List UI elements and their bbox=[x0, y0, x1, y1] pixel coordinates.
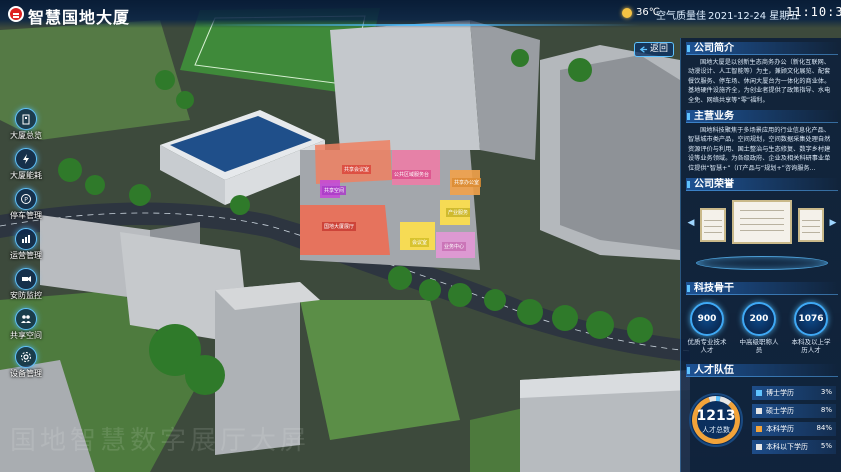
nav-item-operations[interactable]: 运营管理 bbox=[4, 228, 48, 264]
app-title: 智慧国地大厦 bbox=[28, 8, 131, 27]
building-overview-icon bbox=[15, 108, 37, 130]
edu-value: 5% bbox=[820, 442, 832, 450]
edu-row-master: 硕士学历 8% bbox=[752, 404, 836, 418]
top-bar-glow bbox=[200, 24, 640, 26]
nav-item-shared-space[interactable]: 共享空间 bbox=[4, 308, 48, 344]
operations-icon bbox=[15, 228, 37, 250]
nav-item-security[interactable]: 安防监控 bbox=[4, 268, 48, 304]
device-icon bbox=[15, 346, 37, 368]
edu-color-marker bbox=[756, 390, 762, 396]
nav-item-devices[interactable]: 设备管理 bbox=[4, 346, 48, 382]
back-button[interactable]: 返回 bbox=[634, 42, 674, 57]
talent-team-title: 人才队伍 bbox=[686, 364, 838, 377]
company-intro-title: 公司简介 bbox=[686, 42, 838, 55]
back-arrow-icon bbox=[639, 46, 648, 53]
honors-title: 公司荣誉 bbox=[686, 178, 838, 191]
scene-label-shared-space[interactable]: 共享空间 bbox=[322, 186, 347, 195]
nav-item-building-overview[interactable]: 大厦总览 bbox=[4, 108, 48, 144]
stat-ring: 200 bbox=[742, 302, 776, 336]
nav-label: 设备管理 bbox=[10, 369, 42, 378]
sun-icon bbox=[622, 8, 632, 18]
stat-ring: 1076 bbox=[794, 302, 828, 336]
stat-value: 200 bbox=[749, 314, 769, 324]
edu-row-below-bachelor: 本科以下学历 5% bbox=[752, 440, 836, 454]
edu-row-bachelor: 本科学历 84% bbox=[752, 422, 836, 436]
scene-label-exhibition-hall[interactable]: 国地大厦展厅 bbox=[322, 222, 357, 231]
stat-label: 优质专业技术人才 bbox=[687, 338, 727, 354]
certificate-image-main bbox=[732, 200, 792, 244]
edu-value: 3% bbox=[820, 388, 832, 396]
talent-total-value: 1213 bbox=[696, 408, 736, 424]
certificate-image bbox=[700, 208, 726, 242]
chevron-right-icon[interactable]: ▶ bbox=[828, 218, 838, 228]
honors-carousel[interactable]: ◀ ▶ bbox=[686, 196, 838, 274]
stat-professional-talent: 900 优质专业技术人才 bbox=[686, 302, 728, 354]
svg-text:P: P bbox=[24, 197, 28, 204]
scene-label-shared-office[interactable]: 共享办公室 bbox=[452, 178, 482, 187]
nav-label: 大厦总览 bbox=[10, 131, 42, 140]
scene-label-industry-service[interactable]: 产业服务 bbox=[446, 208, 471, 217]
nav-item-parking[interactable]: P 停车管理 bbox=[4, 188, 48, 224]
scene-label-shared-meeting[interactable]: 共享会议室 bbox=[342, 165, 372, 174]
tech-backbone-title: 科技骨干 bbox=[686, 282, 838, 295]
back-button-label: 返回 bbox=[649, 44, 668, 54]
certificate-image bbox=[798, 208, 824, 242]
edu-value: 8% bbox=[820, 406, 832, 414]
nav-label: 大厦能耗 bbox=[10, 171, 42, 180]
edu-row-doctor: 博士学历 3% bbox=[752, 386, 836, 400]
app-root: 共享会议室 公共区域服务台 国地大厦展厅 共享空间 共享办公室 会议室 产业服务… bbox=[0, 0, 841, 472]
air-quality-readout: 空气质量佳 bbox=[656, 11, 706, 22]
shared-space-icon bbox=[15, 308, 37, 330]
stat-ring: 900 bbox=[690, 302, 724, 336]
brand-logo-icon bbox=[8, 6, 24, 22]
nav-label: 共享空间 bbox=[10, 331, 42, 340]
stat-value: 900 bbox=[697, 314, 717, 324]
nav-label: 运营管理 bbox=[10, 251, 42, 260]
stat-value: 1076 bbox=[798, 314, 824, 324]
edu-color-marker bbox=[756, 444, 762, 450]
stat-senior-title: 200 中高级职称人员 bbox=[738, 302, 780, 354]
chevron-left-icon[interactable]: ◀ bbox=[686, 218, 696, 228]
energy-icon bbox=[15, 148, 37, 170]
edu-color-marker bbox=[756, 408, 762, 414]
edu-label: 博士学历 bbox=[766, 389, 794, 397]
main-business-text: 国地科技聚焦于多场景应用的行业信息化产品、智慧城市类产品，空间规划，空间数据采集… bbox=[688, 127, 831, 172]
scene-label-business-center[interactable]: 业务中心 bbox=[442, 242, 467, 251]
edu-label: 本科以下学历 bbox=[766, 443, 808, 451]
stat-bachelor-plus: 1076 本科及以上学历人才 bbox=[790, 302, 832, 354]
edu-label: 本科学历 bbox=[766, 425, 794, 433]
clock-readout: 11:10:36 bbox=[786, 5, 841, 19]
stat-label: 中高级职称人员 bbox=[739, 338, 779, 354]
watermark-text: 国地智慧数字展厅大屏 bbox=[10, 426, 311, 456]
nav-label: 停车管理 bbox=[10, 211, 42, 220]
scene-label-meeting-room[interactable]: 会议室 bbox=[410, 238, 430, 247]
display-platform bbox=[696, 256, 828, 270]
company-intro-text: 国地大厦是以创新生态商务办公（新化互联网、动漫设计、人工智能等）为主，兼顾文化展… bbox=[688, 59, 831, 104]
edu-color-marker bbox=[756, 426, 762, 432]
nav-item-energy[interactable]: 大厦能耗 bbox=[4, 148, 48, 184]
main-business-title: 主营业务 bbox=[686, 110, 838, 123]
scene-label-service-desk[interactable]: 公共区域服务台 bbox=[392, 170, 432, 179]
parking-icon: P bbox=[15, 188, 37, 210]
nav-label: 安防监控 bbox=[10, 291, 42, 300]
security-camera-icon bbox=[15, 268, 37, 290]
edu-label: 硕士学历 bbox=[766, 407, 794, 415]
edu-value: 84% bbox=[816, 424, 832, 432]
talent-total-label: 人才总数 bbox=[702, 426, 730, 434]
stat-label: 本科及以上学历人才 bbox=[791, 338, 831, 354]
